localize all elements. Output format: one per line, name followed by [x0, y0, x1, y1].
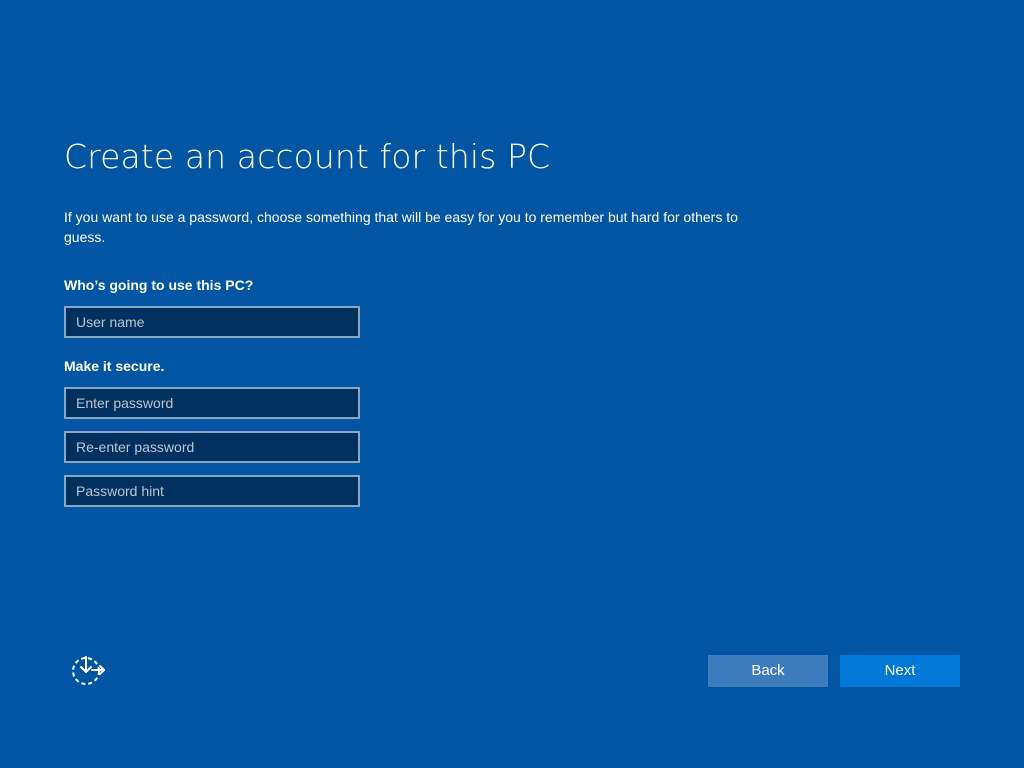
page-description: If you want to use a password, choose so…: [64, 209, 738, 245]
account-setup-page: Create an account for this PC If you wan…: [0, 0, 1024, 768]
back-button[interactable]: Back: [708, 655, 828, 687]
next-button[interactable]: Next: [840, 655, 960, 687]
ease-of-access-icon[interactable]: [68, 652, 108, 692]
security-section-label: Make it secure.: [64, 358, 165, 374]
page-title: Create an account for this PC: [64, 137, 551, 176]
ease-of-access-icon-glyph: [72, 656, 105, 685]
password-hint-field[interactable]: [64, 475, 360, 507]
username-field[interactable]: [64, 306, 360, 338]
password-field[interactable]: [64, 387, 360, 419]
reenter-password-field[interactable]: [64, 431, 360, 463]
user-section-label: Who’s going to use this PC?: [64, 277, 254, 293]
